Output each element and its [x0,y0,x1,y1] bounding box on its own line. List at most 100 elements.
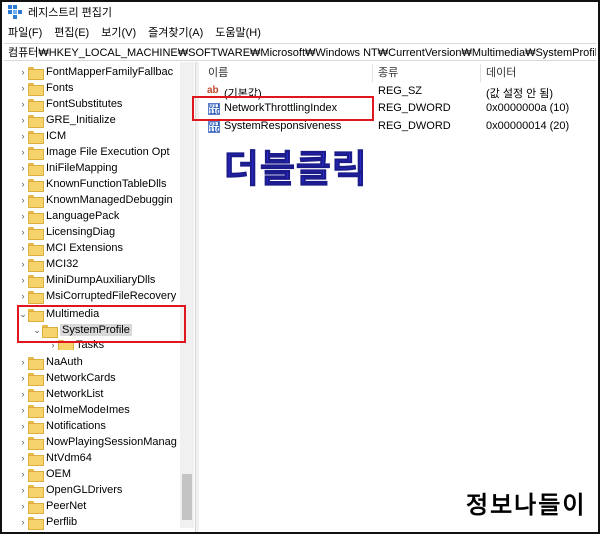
tree-item[interactable]: › FontSubstitutes [18,96,122,112]
folder-icon [28,258,44,272]
tree-item[interactable]: › MsiCorruptedFileRecovery [18,288,176,304]
tree-item-label: LanguagePack [46,210,120,222]
tree-item-label: NtVdm64 [46,452,92,464]
chevron-right-icon[interactable]: › [18,240,28,256]
tree-item[interactable]: › NtVdm64 [18,450,92,466]
tree-scrollbar-thumb[interactable] [182,474,192,520]
column-header-name[interactable]: 이름 [208,64,228,80]
folder-icon [28,274,44,288]
tree-item[interactable]: › Fonts [18,80,74,96]
value-type: REG_DWORD [378,120,451,132]
highlight-box-key [17,305,186,343]
folder-icon [28,484,44,498]
chevron-right-icon[interactable]: › [18,514,28,530]
chevron-right-icon[interactable]: › [18,176,28,192]
folder-icon [28,130,44,144]
menu-edit[interactable]: 편집(E) [54,24,89,40]
address-path: 컴퓨터₩HKEY_LOCAL_MACHINE₩SOFTWARE₩Microsof… [8,47,596,59]
tree-item[interactable]: › Image File Execution Opt [18,144,170,160]
chevron-right-icon[interactable]: › [18,208,28,224]
tree-item[interactable]: › KnownFunctionTableDlls [18,176,166,192]
tree-item-label: Fonts [46,82,74,94]
tree-item[interactable]: › Perflib [18,514,77,530]
address-bar[interactable]: 컴퓨터₩HKEY_LOCAL_MACHINE₩SOFTWARE₩Microsof… [4,43,596,61]
value-row-system-responsiveness[interactable]: 011 110 SystemResponsiveness REG_DWORD 0x… [200,119,596,136]
chevron-right-icon[interactable]: › [18,482,28,498]
tree-item-label: MCI32 [46,258,79,270]
tree-item[interactable]: › LicensingDiag [18,224,115,240]
tree-item[interactable]: › MiniDumpAuxiliaryDlls [18,272,155,288]
tree-item[interactable]: › GRE_Initialize [18,112,116,128]
tree-item[interactable]: › OEM [18,466,71,482]
chevron-right-icon[interactable]: › [18,498,28,514]
column-header-data[interactable]: 데이터 [486,64,516,80]
tree-item-label: FontMapperFamilyFallbac [46,66,174,78]
folder-icon [28,146,44,160]
chevron-right-icon[interactable]: › [18,434,28,450]
folder-icon [28,114,44,128]
column-separator[interactable] [480,64,481,82]
tree-item[interactable]: › NetworkCards [18,370,116,386]
chevron-right-icon[interactable]: › [18,224,28,240]
tree-item-label: NowPlayingSessionManag [46,436,177,448]
tree-item[interactable]: › MCI Extensions [18,240,123,256]
chevron-right-icon[interactable]: › [18,466,28,482]
folder-icon [28,500,44,514]
menu-file[interactable]: 파일(F) [8,24,42,40]
chevron-right-icon[interactable]: › [18,112,28,128]
tree-item-label: Image File Execution Opt [46,146,170,158]
tree-item[interactable]: › LanguagePack [18,208,119,224]
double-click-annotation: 더블클릭 [224,147,368,192]
tree-item-label: LicensingDiag [46,226,116,238]
tree-item[interactable]: › KnownManagedDebuggin [18,192,173,208]
chevron-right-icon[interactable]: › [18,272,28,288]
folder-icon [28,162,44,176]
tree-item[interactable]: › NowPlayingSessionManag [18,434,177,450]
chevron-right-icon[interactable]: › [18,450,28,466]
chevron-right-icon[interactable]: › [18,96,28,112]
tree-item[interactable]: › OpenGLDrivers [18,482,122,498]
tree-item-label: PeerNet [46,500,87,512]
value-list: 이름 종류 데이터 ab (기본값) REG_SZ (값 설정 안 됨) 011… [200,62,596,532]
pane-splitter[interactable] [195,62,199,532]
menu-help[interactable]: 도움말(H) [215,24,261,40]
column-header-type[interactable]: 종류 [378,64,398,80]
chevron-right-icon[interactable]: › [18,386,28,402]
chevron-right-icon[interactable]: › [18,160,28,176]
chevron-right-icon[interactable]: › [18,128,28,144]
tree-item[interactable]: › MCI32 [18,256,78,272]
folder-icon [28,356,44,370]
folder-icon [28,468,44,482]
tree-item-label: Notifications [46,420,106,432]
tree-item[interactable]: › NoImeModeImes [18,402,130,418]
tree-item[interactable]: › IniFileMapping [18,160,118,176]
tree-scrollbar[interactable] [180,62,194,528]
column-separator[interactable] [372,64,373,82]
window-title: 레지스트리 편집기 [28,7,113,19]
chevron-right-icon[interactable]: › [18,256,28,272]
chevron-right-icon[interactable]: › [18,354,28,370]
tree-item[interactable]: › Notifications [18,418,106,434]
chevron-right-icon[interactable]: › [18,80,28,96]
chevron-right-icon[interactable]: › [18,418,28,434]
chevron-right-icon[interactable]: › [18,370,28,386]
chevron-right-icon[interactable]: › [18,64,28,80]
title-bar: 레지스트리 편집기 [2,2,598,22]
folder-icon [28,420,44,434]
tree-item[interactable]: › NetworkList [18,386,103,402]
menu-favorites[interactable]: 즐겨찾기(A) [148,24,203,40]
watermark: 정보나들이 [466,491,587,519]
menu-view[interactable]: 보기(V) [101,24,136,40]
tree-item[interactable]: › NaAuth [18,354,83,370]
tree-item[interactable]: › PeerNet [18,498,86,514]
chevron-right-icon[interactable]: › [18,144,28,160]
tree-item[interactable]: › ICM [18,128,66,144]
tree-item-label: MCI Extensions [46,242,124,254]
value-data: 0x0000000a (10) [486,102,570,114]
tree-item[interactable]: › FontMapperFamilyFallbac [18,64,173,80]
chevron-right-icon[interactable]: › [18,402,28,418]
chevron-right-icon[interactable]: › [18,288,28,304]
tree-item-label: NaAuth [46,356,83,368]
chevron-right-icon[interactable]: › [18,192,28,208]
folder-icon [28,226,44,240]
